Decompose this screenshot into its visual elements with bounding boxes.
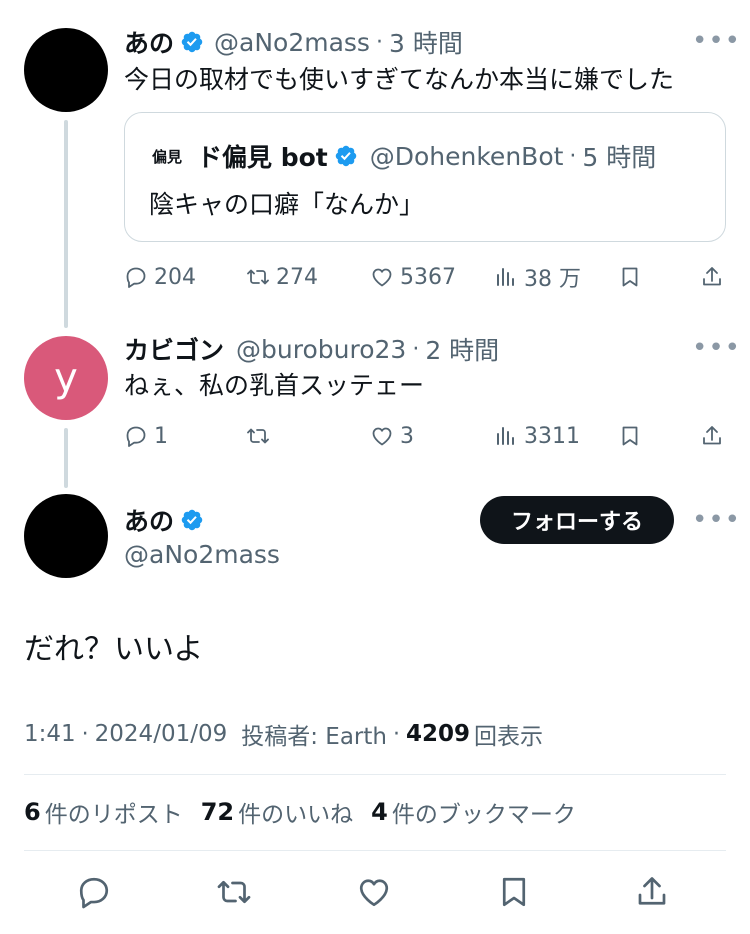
- main-author-name-row: あの: [124, 502, 204, 538]
- tweet-text: ねぇ、私の乳首スッテェー: [124, 371, 425, 400]
- quote-text: 陰キャの口癖「なんか」: [149, 190, 425, 219]
- more-icon[interactable]: •••: [692, 333, 741, 363]
- avatar[interactable]: [24, 494, 108, 578]
- avatar[interactable]: [24, 28, 108, 112]
- views-button[interactable]: 3311: [494, 421, 580, 451]
- reposts-count: 6: [24, 798, 41, 826]
- reply-count: 204: [154, 264, 196, 290]
- bookmark-icon: [496, 874, 532, 910]
- verified-badge-icon: [180, 508, 204, 532]
- avatar[interactable]: y: [24, 336, 108, 420]
- repost-icon: [246, 265, 270, 289]
- heart-icon: [356, 874, 392, 910]
- post-date[interactable]: 2024/01/09: [95, 721, 228, 747]
- reply-button[interactable]: [76, 874, 112, 914]
- like-button[interactable]: [356, 874, 392, 914]
- repost-count: 274: [276, 264, 318, 290]
- post-source: 投稿者: Earth: [241, 724, 387, 750]
- like-button[interactable]: 3: [370, 421, 414, 451]
- quote-avatar[interactable]: 偏見: [147, 136, 187, 176]
- quote-author-handle: @DohenkenBot: [369, 141, 564, 171]
- verified-badge-icon: [334, 144, 358, 168]
- reply-icon: [76, 874, 112, 910]
- more-icon[interactable]: •••: [692, 26, 741, 56]
- quote-header: 偏見 ド偏見 bot @DohenkenBot · 5 時間: [147, 136, 657, 176]
- tweet-header: あの @aNo2mass · 3 時間: [124, 24, 463, 60]
- bookmark-icon: [618, 265, 642, 289]
- separator-dot: ·: [375, 29, 383, 55]
- quote-author-name: ド偏見 bot: [197, 143, 328, 172]
- timestamp[interactable]: 3 時間: [389, 24, 463, 60]
- follow-button[interactable]: フォローする: [480, 496, 674, 544]
- bookmark-icon: [618, 424, 642, 448]
- more-icon[interactable]: •••: [692, 505, 741, 535]
- views-icon: [494, 424, 518, 448]
- repost-button[interactable]: 274: [246, 262, 318, 292]
- share-icon: [634, 874, 670, 910]
- views-count: 38 万: [524, 267, 581, 292]
- heart-icon: [370, 265, 394, 289]
- tweet-meta: 1:41 · 2024/01/09 投稿者: Earth · 4209 回表示: [24, 716, 543, 752]
- likes-label: 件のいいね: [238, 802, 354, 828]
- bookmarks-label: 件のブックマーク: [391, 802, 576, 828]
- author-name[interactable]: あの: [124, 502, 174, 538]
- reposts-stat[interactable]: 6 件のリポスト: [24, 795, 183, 829]
- divider: [24, 774, 726, 775]
- views-count: 3311: [524, 423, 580, 449]
- tweet-text: 今日の取材でも使いすぎてなんか本当に嫌でした: [124, 65, 675, 94]
- tweet-header: カビゴン @buroburo23 · 2 時間: [124, 331, 499, 367]
- bookmarks-count: 4: [371, 798, 388, 826]
- reply-count: 1: [154, 423, 168, 449]
- like-count: 3: [400, 423, 414, 449]
- views-button[interactable]: 38 万: [494, 262, 581, 292]
- share-icon: [700, 265, 724, 289]
- reply-button[interactable]: 204: [124, 262, 196, 292]
- share-button[interactable]: [634, 874, 670, 914]
- thread-line: [64, 120, 68, 328]
- author-name[interactable]: カビゴン: [124, 331, 224, 367]
- share-icon: [700, 424, 724, 448]
- share-button[interactable]: [700, 262, 730, 292]
- share-button[interactable]: [700, 421, 730, 451]
- quote-timestamp: 5 時間: [582, 143, 657, 172]
- heart-icon: [370, 424, 394, 448]
- likes-stat[interactable]: 72 件のいいね: [201, 795, 353, 829]
- main-tweet-text: だれ？いいよ: [24, 632, 204, 667]
- repost-icon: [216, 874, 252, 910]
- reply-button[interactable]: 1: [124, 421, 168, 451]
- reposts-label: 件のリポスト: [44, 802, 183, 828]
- view-count: 4209: [405, 721, 470, 747]
- likes-count: 72: [200, 798, 235, 826]
- thread-line: [64, 428, 68, 488]
- verified-badge-icon: [180, 30, 204, 54]
- post-time[interactable]: 1:41: [24, 721, 76, 747]
- like-button[interactable]: 5367: [370, 262, 456, 292]
- reply-icon: [124, 265, 148, 289]
- separator-dot: ·: [392, 721, 400, 747]
- repost-button[interactable]: [246, 421, 276, 451]
- author-handle[interactable]: @aNo2mass: [214, 28, 370, 57]
- engagement-stats: 6 件のリポスト 72 件のいいね 4 件のブックマーク: [24, 794, 576, 830]
- timestamp[interactable]: 2 時間: [425, 331, 499, 367]
- bookmark-button[interactable]: [496, 874, 532, 914]
- author-handle[interactable]: @buroburo23: [236, 335, 406, 364]
- reply-icon: [124, 424, 148, 448]
- views-icon: [494, 265, 518, 289]
- repost-icon: [246, 424, 270, 448]
- separator-dot: ·: [81, 721, 89, 747]
- repost-button[interactable]: [216, 874, 252, 914]
- bookmarks-stat[interactable]: 4 件のブックマーク: [371, 795, 576, 829]
- like-count: 5367: [400, 264, 456, 290]
- divider: [24, 850, 726, 851]
- bookmark-button[interactable]: [618, 421, 648, 451]
- author-handle[interactable]: @aNo2mass: [124, 538, 280, 572]
- bookmark-button[interactable]: [618, 262, 648, 292]
- separator-dot: ·: [569, 143, 577, 169]
- author-name[interactable]: あの: [124, 24, 174, 60]
- view-label: 回表示: [474, 724, 543, 750]
- quote-tweet[interactable]: 偏見 ド偏見 bot @DohenkenBot · 5 時間 陰キャの口癖「なん…: [124, 112, 726, 242]
- separator-dot: ·: [412, 336, 420, 362]
